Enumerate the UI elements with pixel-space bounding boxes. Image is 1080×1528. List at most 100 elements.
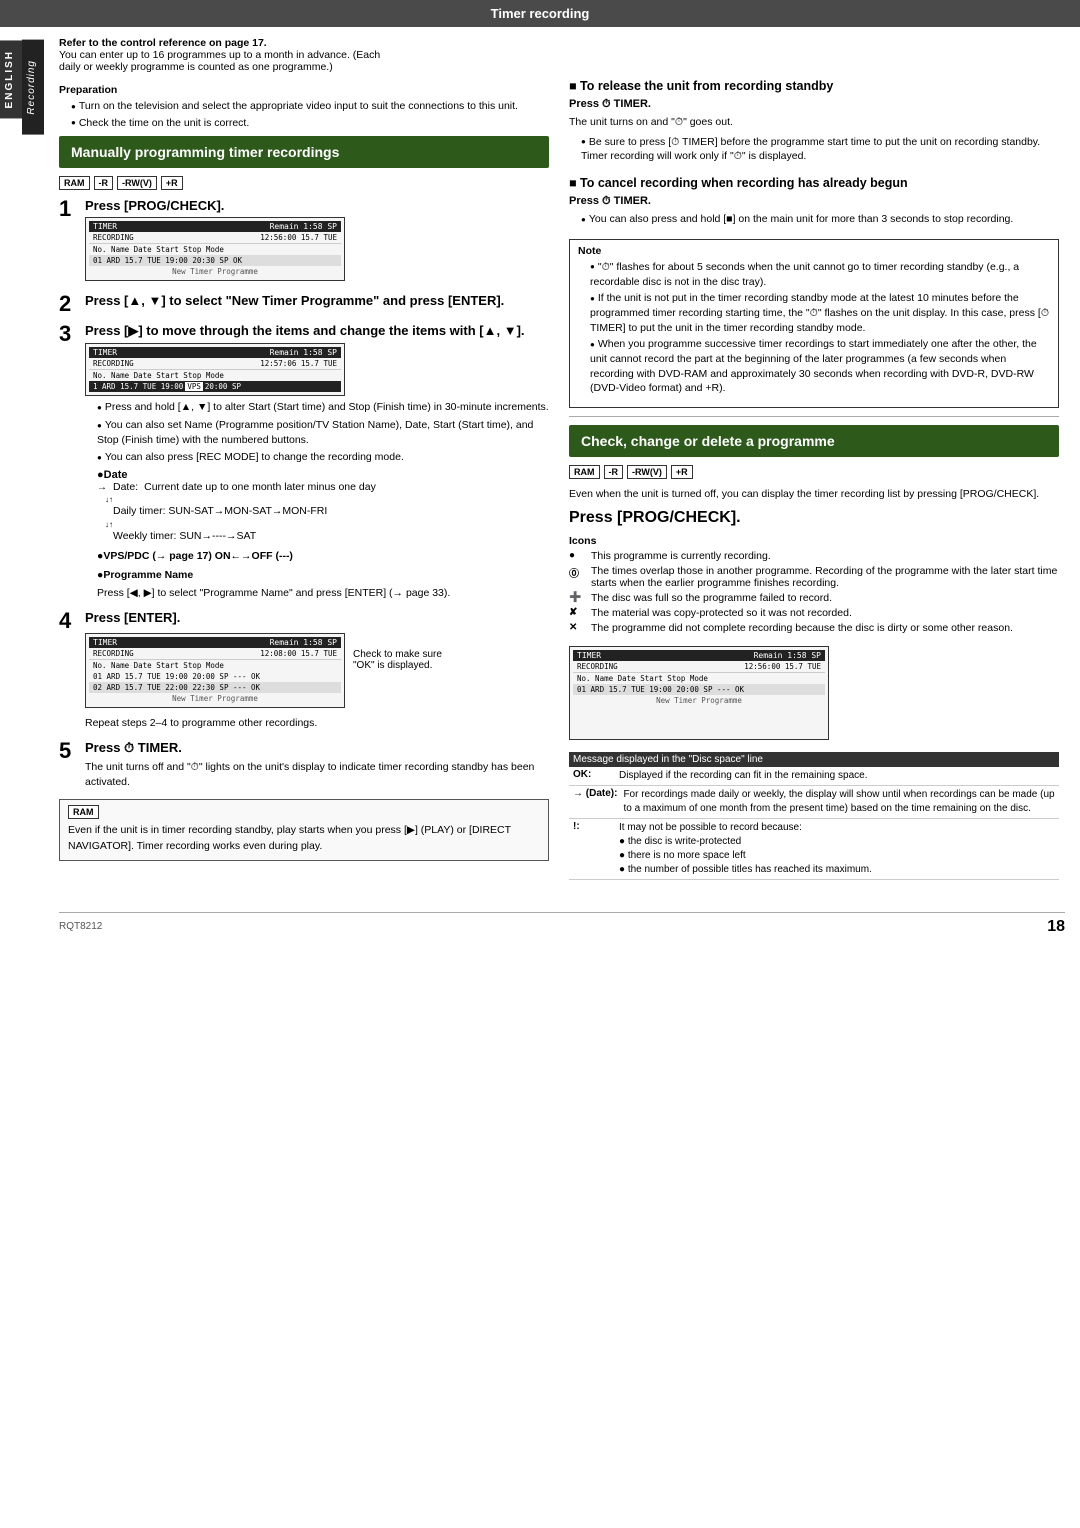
prog-name-title: ●Programme Name bbox=[97, 568, 549, 584]
step-3-number: 3 bbox=[59, 323, 77, 345]
left-column: Preparation Turn on the television and s… bbox=[59, 79, 549, 892]
step-3-title: Press [▶] to move through the items and … bbox=[85, 323, 549, 339]
icons-heading: Icons bbox=[569, 535, 1059, 547]
page-number: 18 bbox=[1047, 918, 1065, 936]
step-3-content: Press [▶] to move through the items and … bbox=[85, 323, 549, 602]
preparation-bullets: Turn on the television and select the ap… bbox=[59, 99, 549, 130]
note-bullet-1: "⏱" flashes for about 5 seconds when the… bbox=[590, 260, 1050, 289]
header-title: Timer recording bbox=[491, 6, 590, 21]
step-4-number: 4 bbox=[59, 610, 77, 632]
step-5-text: The unit turns off and "⏱" lights on the… bbox=[85, 760, 549, 792]
screen-1-footer: New Timer Programme bbox=[89, 266, 341, 277]
divider bbox=[569, 416, 1059, 417]
arrow-down-icon-2: ↓↑ bbox=[105, 520, 549, 529]
badge-rwv: -RW(V) bbox=[117, 176, 157, 190]
weekly-timer: Weekly timer: SUN→----→SAT bbox=[113, 529, 549, 545]
prep-bullet-1: Turn on the television and select the ap… bbox=[71, 99, 549, 114]
icon-row-4: ✘ The material was copy-protected so it … bbox=[569, 607, 1059, 619]
icon-symbol-5: ✕ bbox=[569, 622, 585, 633]
date-row: → Date: Current date up to one month lat… bbox=[97, 481, 549, 493]
section-heading: Manually programming timer recordings bbox=[59, 136, 549, 168]
ram-badge: RAM bbox=[68, 805, 99, 819]
step-4: 4 Press [ENTER]. TIMER Remain 1:58 SP bbox=[59, 610, 549, 732]
check-badge-r: -R bbox=[604, 465, 624, 479]
badge-plus: +R bbox=[161, 176, 183, 190]
page-wrapper: Timer recording ENGLISH Recording Refer … bbox=[0, 0, 1080, 1528]
check-label: Check to make sure "OK" is displayed. bbox=[353, 649, 453, 671]
message-val-excl: It may not be possible to record because… bbox=[619, 821, 1055, 877]
check-press-heading: Press [PROG/CHECK]. bbox=[569, 509, 1059, 527]
screen-4-cols: No. Name Date Start Stop Mode bbox=[573, 673, 825, 684]
check-section: Check, change or delete a programme RAM … bbox=[569, 425, 1059, 880]
prog-name-text: Press [◀, ▶] to select "Programme Name" … bbox=[97, 586, 549, 602]
daily-timer: Daily timer: SUN-SAT→MON-SAT→MON-FRI bbox=[113, 504, 549, 520]
cancel-heading: ■ To cancel recording when recording has… bbox=[569, 176, 1059, 190]
screen-1-row1: 01 ARD 15.7 TUE 19:00 20:30 SP OK bbox=[89, 255, 341, 266]
screen-mockup-2: TIMER Remain 1:58 SP RECORDING 12:57:06 … bbox=[85, 343, 345, 396]
step-5-title: Press ⏱ TIMER. bbox=[85, 740, 549, 756]
cancel-bullets: You can also press and hold [■] on the m… bbox=[569, 212, 1059, 227]
recording-tab: Recording bbox=[22, 40, 44, 135]
release-press: Press ⏱ TIMER. bbox=[569, 98, 1059, 111]
badge-r: -R bbox=[94, 176, 114, 190]
icon-text-1: This programme is currently recording. bbox=[591, 550, 771, 562]
date-text: Current date up to one month later minus… bbox=[144, 481, 376, 493]
release-bullet-1: Be sure to press [⏱ TIMER] before the pr… bbox=[581, 135, 1059, 164]
release-section: ■ To release the unit from recording sta… bbox=[569, 79, 1059, 164]
cancel-press: Press ⏱ TIMER. bbox=[569, 195, 1059, 208]
screen-2-header: TIMER Remain 1:58 SP bbox=[89, 347, 341, 358]
reference-note: Refer to the control reference on page 1… bbox=[59, 37, 1065, 73]
step-2-number: 2 bbox=[59, 293, 77, 315]
screen-2-cols: No. Name Date Start Stop Mode bbox=[89, 370, 341, 381]
step-2-title: Press [▲, ▼] to select "New Timer Progra… bbox=[85, 293, 549, 308]
screen-4-empty2 bbox=[573, 716, 825, 726]
icon-text-3: The disc was full so the programme faile… bbox=[591, 592, 832, 604]
arrow-down-icon: ↓↑ bbox=[105, 495, 549, 504]
check-badge-rwv: -RW(V) bbox=[627, 465, 667, 479]
arrow-right-icon: → bbox=[97, 482, 107, 493]
message-table-container: Message displayed in the "Disc space" li… bbox=[569, 752, 1059, 880]
screen-4-footer: New Timer Programme bbox=[573, 695, 825, 706]
ram-note-box: RAM Even if the unit is in timer recordi… bbox=[59, 799, 549, 861]
screen-3-wrapper: TIMER Remain 1:58 SP RECORDING 12:08:00 … bbox=[85, 629, 549, 712]
footer: RQT8212 18 bbox=[59, 912, 1065, 936]
step-3-bullet-3: You can also press [REC MODE] to change … bbox=[85, 450, 549, 465]
release-text1: The unit turns on and "⏱" goes out. bbox=[569, 115, 1059, 131]
message-key-date: → (Date): bbox=[573, 788, 617, 816]
screen-4-empty1 bbox=[573, 706, 825, 716]
message-key-ok: OK: bbox=[573, 769, 613, 783]
step-3-bullet-2: You can also set Name (Programme positio… bbox=[85, 418, 549, 447]
screen-3-cols: No. Name Date Start Stop Mode bbox=[89, 660, 341, 671]
screen-mockup-4: TIMER Remain 1:58 SP RECORDING 12:56:00 … bbox=[569, 646, 829, 740]
icon-row-5: ✕ The programme did not complete recordi… bbox=[569, 622, 1059, 634]
check-heading-box: Check, change or delete a programme bbox=[569, 425, 1059, 457]
model-number: RQT8212 bbox=[59, 921, 102, 932]
icon-symbol-1: ● bbox=[569, 550, 585, 561]
check-text: Even when the unit is turned off, you ca… bbox=[569, 487, 1059, 503]
icon-text-2: The times overlap those in another progr… bbox=[591, 565, 1059, 589]
message-val-date: For recordings made daily or weekly, the… bbox=[623, 788, 1055, 816]
date-label: Date: bbox=[113, 481, 138, 493]
note-box: Note "⏱" flashes for about 5 seconds whe… bbox=[569, 239, 1059, 408]
two-col-layout: Preparation Turn on the television and s… bbox=[59, 79, 1065, 892]
format-badges: RAM -R -RW(V) +R bbox=[59, 176, 549, 190]
preparation-title: Preparation bbox=[59, 84, 549, 96]
prep-bullet-2: Check the time on the unit is correct. bbox=[71, 116, 549, 131]
repeat-text: Repeat steps 2–4 to programme other reco… bbox=[85, 716, 549, 732]
top-header: Timer recording bbox=[0, 0, 1080, 27]
step-1-content: Press [PROG/CHECK]. TIMER Remain 1:58 SP… bbox=[85, 198, 549, 285]
step-5: 5 Press ⏱ TIMER. The unit turns off and … bbox=[59, 740, 549, 792]
screen-3-row2: 02 ARD 15.7 TUE 22:00 22:30 SP --- OK bbox=[89, 682, 341, 693]
icon-row-3: ➕ The disc was full so the programme fai… bbox=[569, 592, 1059, 604]
step-1-title: Press [PROG/CHECK]. bbox=[85, 198, 549, 213]
right-column: ■ To release the unit from recording sta… bbox=[569, 79, 1059, 892]
step-5-content: Press ⏱ TIMER. The unit turns off and "⏱… bbox=[85, 740, 549, 792]
screen-3-subheader: RECORDING 12:08:00 15.7 TUE bbox=[89, 648, 341, 660]
message-row-date: → (Date): For recordings made daily or w… bbox=[569, 786, 1059, 819]
release-heading: ■ To release the unit from recording sta… bbox=[569, 79, 1059, 93]
check-badge-ram: RAM bbox=[569, 465, 600, 479]
note-bullets: "⏱" flashes for about 5 seconds when the… bbox=[578, 260, 1050, 396]
cancel-bullet-1: You can also press and hold [■] on the m… bbox=[581, 212, 1059, 227]
screen-4-row1: 01 ARD 15.7 TUE 19:00 20:00 SP --- OK bbox=[573, 684, 825, 695]
step-4-title: Press [ENTER]. bbox=[85, 610, 549, 625]
